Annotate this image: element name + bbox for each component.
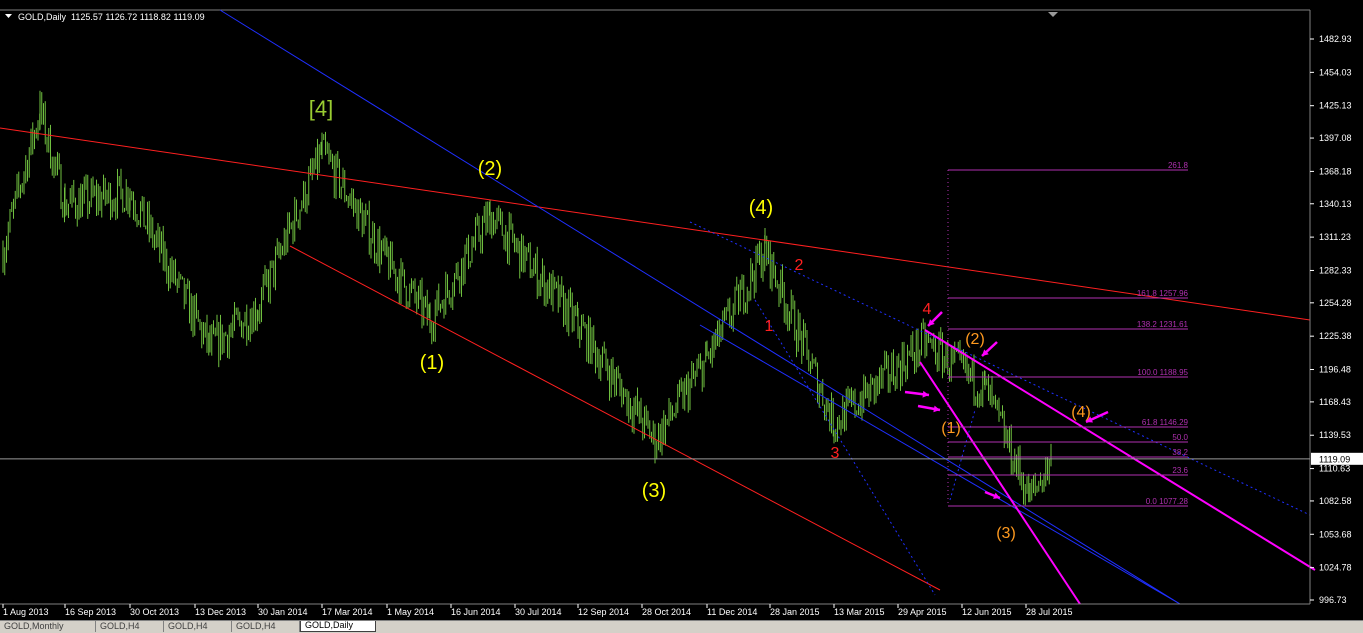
- price-tick-label: 1425.13: [1319, 101, 1352, 111]
- price-tick-label: 1168.43: [1319, 397, 1351, 407]
- blue-dashed-line: [689, 221, 1311, 516]
- price-tick-label: 996.73: [1319, 595, 1347, 605]
- trend-channels: [0, 9, 1316, 605]
- fib-level-label: 100.0 1188.95: [1137, 368, 1188, 377]
- price-tick-label: 1082.58: [1319, 496, 1352, 506]
- time-tick-label: 28 Jan 2015: [770, 607, 820, 617]
- price-tick-label: 1482.93: [1319, 34, 1352, 44]
- fib-level-label: 261.8: [1168, 161, 1189, 170]
- price-tick-label: 1110.63: [1319, 464, 1350, 474]
- price-tick-label: 1340.13: [1319, 199, 1352, 209]
- price-tick-label: 1282.33: [1319, 265, 1352, 275]
- chart-tab[interactable]: GOLD,Monthly: [0, 621, 96, 632]
- wave-label: (2): [478, 158, 502, 180]
- time-tick-label: 12 Sep 2014: [578, 607, 629, 617]
- time-tick-label: 12 Jun 2015: [962, 607, 1012, 617]
- wave-label: 2: [795, 257, 804, 274]
- wave-label: (4): [1071, 404, 1091, 421]
- time-tick-label: 30 Jan 2014: [258, 607, 308, 617]
- price-tick-label: 1024.78: [1319, 563, 1352, 573]
- wave-label: 1: [765, 318, 774, 335]
- time-tick-label: 13 Dec 2013: [195, 607, 246, 617]
- wave-label: (3): [996, 525, 1016, 542]
- wave-label: 4: [923, 301, 932, 318]
- fib-level-label: 23.6: [1172, 466, 1188, 475]
- current-price-label: 1119.09: [1319, 454, 1350, 464]
- fib-level-label: 138.2 1231.61: [1137, 320, 1189, 329]
- chart-tab[interactable]: GOLD,H4: [232, 621, 300, 632]
- time-tick-label: 1 May 2014: [387, 607, 434, 617]
- time-tick-label: 17 Mar 2014: [322, 607, 373, 617]
- candlestick-series: [2, 90, 1052, 506]
- fib-level-label: 161.8 1257.96: [1137, 289, 1189, 298]
- wave-label: (4): [749, 197, 773, 219]
- time-tick-label: 29 Apr 2015: [898, 607, 947, 617]
- wave-label: (1): [420, 352, 444, 374]
- price-tick-label: 1196.48: [1319, 365, 1351, 375]
- price-tick-label: 1225.38: [1319, 331, 1352, 341]
- chart-tab[interactable]: GOLD,Daily: [300, 621, 376, 632]
- wave-label: (1): [941, 420, 961, 437]
- chart-tab[interactable]: GOLD,H4: [96, 621, 164, 632]
- time-tick-label: 16 Sep 2013: [65, 607, 116, 617]
- wave-label: 3: [831, 445, 840, 462]
- time-tick-label: 13 Mar 2015: [834, 607, 885, 617]
- price-tick-label: 1397.08: [1319, 133, 1352, 143]
- magenta-channel-upper: [924, 329, 1316, 571]
- red-trendline-upper: [0, 127, 1311, 321]
- wave-label: (3): [642, 480, 666, 502]
- blue-dashed-diagonal: [754, 299, 936, 596]
- wave-label: (2): [965, 331, 985, 348]
- time-tick-label: 30 Jul 2014: [515, 607, 562, 617]
- price-tick-label: 1053.68: [1319, 529, 1352, 539]
- price-tick-label: 1454.03: [1319, 67, 1352, 77]
- fib-level-label: 50.0: [1172, 433, 1188, 442]
- chart-tab-bar: GOLD,Monthly GOLD,H4 GOLD,H4 GOLD,H4 GOLD,Da…: [0, 620, 1363, 633]
- blue-channel-lower: [699, 324, 1181, 605]
- price-chart[interactable]: 261.8 161.8 1257.96 138.2 1231.61 100.0 118…: [0, 0, 1363, 620]
- blue-channel-upper: [219, 9, 1181, 605]
- time-tick-label: 28 Jul 2015: [1026, 607, 1073, 617]
- chart-tab[interactable]: GOLD,H4: [164, 621, 232, 632]
- magenta-channel-steep: [919, 361, 1081, 605]
- symbol-ohlc-header: GOLD,Daily 1125.57 1126.72 1118.82 1119.…: [18, 12, 205, 22]
- fib-level-label: 38.2: [1172, 448, 1188, 457]
- time-tick-label: 28 Oct 2014: [642, 607, 691, 617]
- time-tick-label: 16 Jun 2014: [451, 607, 501, 617]
- wave-label: [4]: [309, 96, 333, 121]
- price-tick-label: 1368.18: [1319, 166, 1352, 176]
- time-tick-label: 1 Aug 2013: [3, 607, 49, 617]
- time-tick-label: 11 Dec 2014: [707, 607, 757, 617]
- collapse-triangle-icon[interactable]: [5, 14, 12, 18]
- time-tick-label: 30 Oct 2013: [130, 607, 179, 617]
- fib-level-label: 61.8 1146.29: [1142, 418, 1189, 427]
- price-tick-label: 1139.53: [1319, 430, 1351, 440]
- price-tick-label: 1254.28: [1319, 298, 1352, 308]
- chart-shift-icon[interactable]: [1048, 12, 1058, 17]
- chart-window[interactable]: 261.8 161.8 1257.96 138.2 1231.61 100.0 118…: [0, 0, 1363, 620]
- fib-level-label: 0.0 1077.28: [1146, 497, 1189, 506]
- price-tick-label: 1311.23: [1319, 232, 1351, 242]
